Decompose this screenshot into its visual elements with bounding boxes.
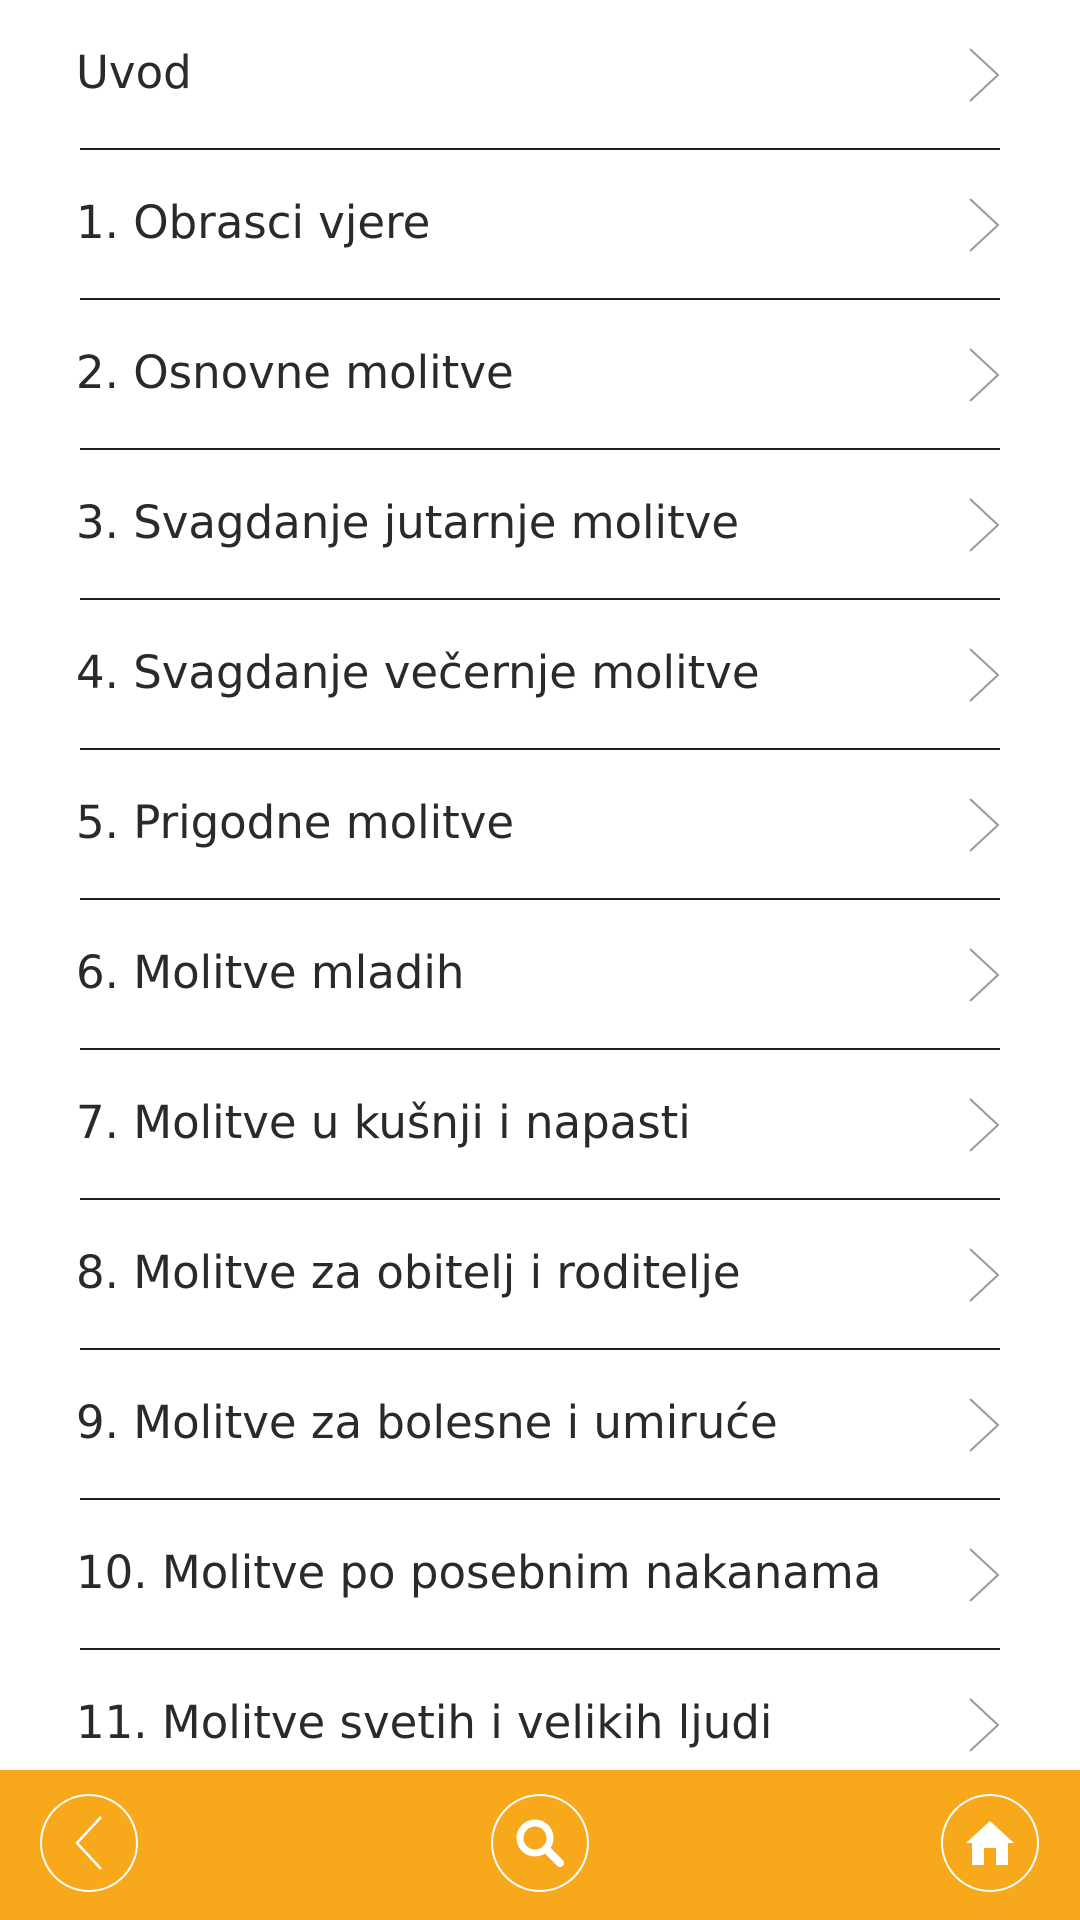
list-item[interactable]: 3. Svagdanje jutarnje molitve [0,450,1080,600]
search-icon [516,1819,564,1867]
list-item[interactable]: 10. Molitve po posebnim nakanama [0,1500,1080,1650]
list-item[interactable]: 4. Svagdanje večernje molitve [0,600,1080,750]
list-item-label: 4. Svagdanje večernje molitve [76,646,760,699]
chevron-right-icon [969,498,1000,552]
bottom-navigation-bar [0,1770,1080,1920]
chevron-right-icon [969,1398,1000,1452]
list-item-label: 9. Molitve za bolesne i umiruće [76,1396,778,1449]
back-arrow-icon [75,1816,102,1870]
list-item[interactable]: 6. Molitve mladih [0,900,1080,1050]
list-item-label: Uvod [76,46,192,99]
list-item[interactable]: 2. Osnovne molitve [0,300,1080,450]
list-item[interactable]: 11. Molitve svetih i velikih ljudi [0,1650,1080,1770]
list-item[interactable]: 5. Prigodne molitve [0,750,1080,900]
list-item-label: 2. Osnovne molitve [76,346,514,399]
list-item[interactable]: 8. Molitve za obitelj i roditelje [0,1200,1080,1350]
chevron-right-icon [969,1098,1000,1152]
chevron-right-icon [969,1548,1000,1602]
list-item-label: 11. Molitve svetih i velikih ljudi [76,1696,773,1749]
list-item-label: 7. Molitve u kušnji i napasti [76,1096,691,1149]
list-item-label: 8. Molitve za obitelj i roditelje [76,1246,741,1299]
list-item[interactable]: 7. Molitve u kušnji i napasti [0,1050,1080,1200]
list-item-label: 6. Molitve mladih [76,946,465,999]
list-item[interactable]: 1. Obrasci vjere [0,150,1080,300]
list-item-label: 10. Molitve po posebnim nakanama [76,1546,882,1599]
list-item-label: 3. Svagdanje jutarnje molitve [76,496,740,549]
chevron-right-icon [969,798,1000,852]
chevron-right-icon [969,348,1000,402]
chevron-right-icon [969,1248,1000,1302]
chevron-right-icon [969,648,1000,702]
chevron-right-icon [969,48,1000,102]
app-screen: Uvod 1. Obrasci vjere 2. Osnovne molitve… [0,0,1080,1920]
chevron-right-icon [969,198,1000,252]
list-item-label: 1. Obrasci vjere [76,196,431,249]
list-item-label: 5. Prigodne molitve [76,796,515,849]
list-item[interactable]: 9. Molitve za bolesne i umiruće [0,1350,1080,1500]
menu-list: Uvod 1. Obrasci vjere 2. Osnovne molitve… [0,0,1080,1770]
search-button[interactable] [491,1794,589,1892]
home-icon [966,1821,1014,1865]
back-button[interactable] [40,1794,138,1892]
chevron-right-icon [969,1698,1000,1752]
list-item[interactable]: Uvod [0,0,1080,150]
home-button[interactable] [941,1794,1039,1892]
chevron-right-icon [969,948,1000,1002]
